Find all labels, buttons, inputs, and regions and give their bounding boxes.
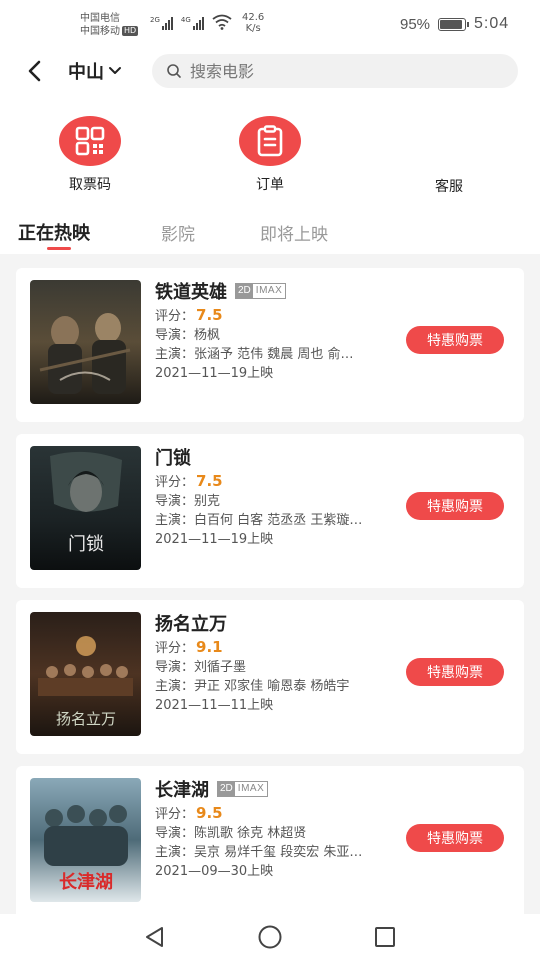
movie-director: 导演：别克 — [155, 494, 221, 509]
order-list-icon — [257, 125, 283, 157]
movie-release-date: 2021—09—30上映 — [155, 864, 274, 879]
chevron-down-icon — [109, 67, 121, 74]
chevron-left-icon — [28, 60, 41, 82]
movie-score: 评分： 9.5 — [155, 804, 223, 822]
movie-tabs: 正在热映 影院 即将上映 — [0, 200, 540, 254]
movie-title: 扬名立万 — [155, 614, 227, 635]
nav-home-button[interactable] — [256, 924, 284, 950]
battery-fill — [440, 20, 462, 29]
movie-title: 长津湖 — [155, 780, 209, 801]
format-2d-imax-badge: 2D IMAX — [235, 283, 287, 299]
movie-cast: 主演：尹正 邓家佳 喻恩泰 杨皓宇 — [155, 679, 350, 694]
tab-now-showing[interactable]: 正在热映 — [18, 219, 90, 245]
carrier-1: 中国电信 — [80, 13, 120, 24]
orders-action[interactable]: 订单 — [220, 116, 320, 194]
orders-label: 订单 — [256, 177, 284, 193]
movie-cast: 主演：白百何 白客 范丞丞 王紫璇… — [155, 513, 363, 528]
status-bar: 中国电信 中国移动 HD 2G 4G 42.6 K/s 95% 5:04 — [0, 0, 540, 46]
buy-ticket-button[interactable]: 特惠购票 — [406, 492, 504, 520]
carrier-2: 中国移动 — [80, 26, 120, 37]
movie-title: 门锁 — [155, 448, 191, 469]
circle-home-icon — [258, 925, 282, 949]
battery-icon — [438, 18, 469, 31]
format-2d-imax-badge: 2D IMAX — [217, 781, 269, 797]
movie-poster[interactable]: 长津湖 — [30, 778, 141, 902]
movie-score: 评分： 7.5 — [155, 472, 223, 490]
ticket-code-label: 取票码 — [69, 177, 111, 193]
buy-ticket-button[interactable]: 特惠购票 — [406, 824, 504, 852]
movie-score: 评分： 9.1 — [155, 638, 223, 656]
back-button[interactable] — [20, 56, 50, 86]
movie-cast: 主演：张涵予 范伟 魏晨 周也 俞… — [155, 347, 354, 362]
carrier-info: 中国电信 中国移动 HD — [80, 12, 139, 38]
qrcode-icon — [75, 126, 105, 156]
triangle-back-icon — [146, 927, 163, 947]
movie-release-date: 2021—11—11上映 — [155, 698, 274, 713]
signal-indicators: 2G 4G — [150, 14, 232, 30]
signal-4g-icon: 4G — [181, 16, 204, 30]
movie-director: 导演：陈凯歌 徐克 林超贤 — [155, 826, 307, 841]
poster-title: 门锁 — [68, 534, 104, 555]
clock: 5:04 — [474, 15, 510, 32]
hd-badge: HD — [122, 26, 139, 36]
buy-ticket-button[interactable]: 特惠购票 — [406, 658, 504, 686]
movie-title-row: 铁道英雄 2D IMAX — [155, 278, 287, 304]
movie-title: 铁道英雄 — [155, 282, 227, 303]
signal-2g-icon: 2G — [150, 16, 173, 30]
ticket-code-action[interactable]: 取票码 — [40, 116, 140, 194]
top-header: 中山 — [0, 46, 540, 96]
movie-card-be-famous[interactable]: 扬名立万 扬名立万 评分： 9.1 导演：刘循子墨 主演：尹正 邓家佳 喻恩泰 杨… — [16, 600, 524, 754]
system-nav-bar — [0, 914, 540, 960]
movie-poster[interactable] — [30, 280, 141, 404]
search-bar[interactable] — [152, 54, 518, 88]
poster-title: 扬名立万 — [56, 710, 116, 728]
movie-release-date: 2021—11—19上映 — [155, 532, 274, 547]
battery-percent: 95% — [400, 16, 431, 33]
search-input[interactable] — [190, 61, 490, 81]
movie-card-changjin-lake[interactable]: 长津湖 长津湖 2D IMAX 评分： 9.5 导演：陈凯歌 徐克 林超贤 主演：吴… — [16, 766, 524, 914]
movie-list[interactable]: 铁道英雄 2D IMAX 评分： 7.5 导演：杨枫 主演：张涵予 范伟 魏晨 周也… — [0, 254, 540, 914]
movie-poster[interactable]: 门锁 — [30, 446, 141, 570]
poster-title: 长津湖 — [59, 871, 113, 893]
movie-title-row: 扬名立万 — [155, 610, 227, 636]
quick-actions: 取票码 订单 客服 — [0, 96, 540, 200]
search-icon — [167, 64, 181, 78]
ticket-code-circle — [59, 116, 121, 166]
city-name: 中山 — [68, 62, 104, 83]
buy-ticket-button[interactable]: 特惠购票 — [406, 326, 504, 354]
city-selector[interactable]: 中山 — [68, 58, 122, 84]
nav-back-button[interactable] — [141, 924, 169, 950]
movie-card-railway-heroes[interactable]: 铁道英雄 2D IMAX 评分： 7.5 导演：杨枫 主演：张涵予 范伟 魏晨 周也… — [16, 268, 524, 422]
movie-poster[interactable]: 扬名立万 — [30, 612, 141, 736]
movie-card-door-lock[interactable]: 门锁 门锁 评分： 7.5 导演：别克 主演：白百何 白客 范丞丞 王紫璇… 20… — [16, 434, 524, 588]
customer-service-label: 客服 — [435, 179, 463, 195]
movie-release-date: 2021—11—19上映 — [155, 366, 274, 381]
movie-score: 评分： 7.5 — [155, 306, 223, 324]
movie-title-row: 长津湖 2D IMAX — [155, 776, 269, 802]
network-speed: 42.6 K/s — [242, 12, 265, 34]
movie-title-row: 门锁 — [155, 444, 191, 470]
movie-director: 导演：刘循子墨 — [155, 660, 247, 675]
movie-cast: 主演：吴京 易烊千玺 段奕宏 朱亚… — [155, 845, 363, 860]
square-recents-icon — [375, 927, 395, 947]
orders-circle — [239, 116, 301, 166]
tab-cinemas[interactable]: 影院 — [161, 220, 195, 245]
customer-service-action[interactable]: 客服 — [399, 116, 499, 196]
movie-director: 导演：杨枫 — [155, 328, 221, 343]
tab-active-indicator — [47, 247, 71, 250]
wifi-icon — [212, 14, 232, 30]
nav-recents-button[interactable] — [371, 924, 399, 950]
tab-coming-soon[interactable]: 即将上映 — [260, 220, 328, 245]
